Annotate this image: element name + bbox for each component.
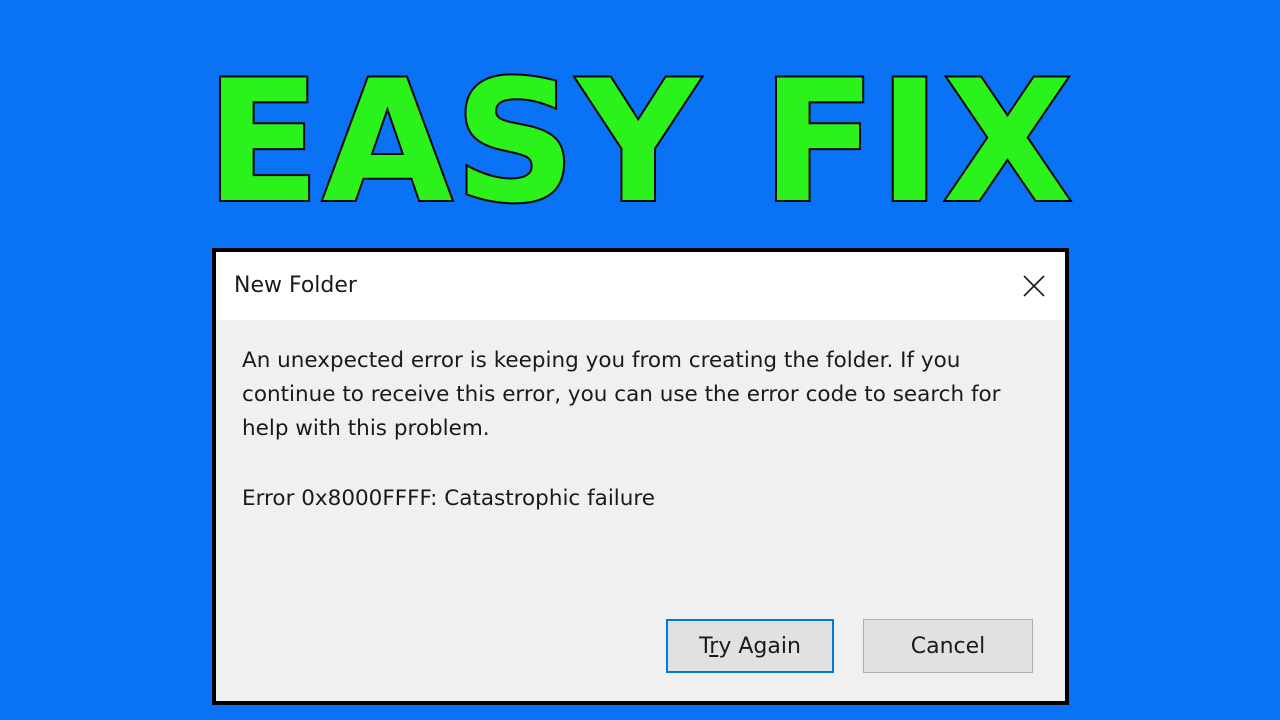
thumbnail-headline: EASY FIX	[204, 44, 1075, 240]
dialog-titlebar: New Folder	[216, 252, 1065, 320]
error-code-text: Error 0x8000FFFF: Catastrophic failure	[242, 486, 655, 511]
try-again-mnemonic: r	[709, 633, 719, 659]
close-icon	[1023, 275, 1045, 297]
dialog-title: New Folder	[234, 273, 357, 298]
try-again-label-suffix: y Again	[718, 633, 801, 659]
try-again-label-prefix: T	[699, 633, 710, 659]
cancel-button[interactable]: Cancel	[863, 619, 1033, 673]
error-dialog: New Folder An unexpected error is keepin…	[212, 248, 1069, 705]
close-button[interactable]	[1007, 260, 1061, 312]
try-again-label: Try Again	[699, 634, 801, 659]
try-again-button[interactable]: Try Again	[666, 619, 834, 673]
error-message: An unexpected error is keeping you from …	[242, 348, 1001, 441]
